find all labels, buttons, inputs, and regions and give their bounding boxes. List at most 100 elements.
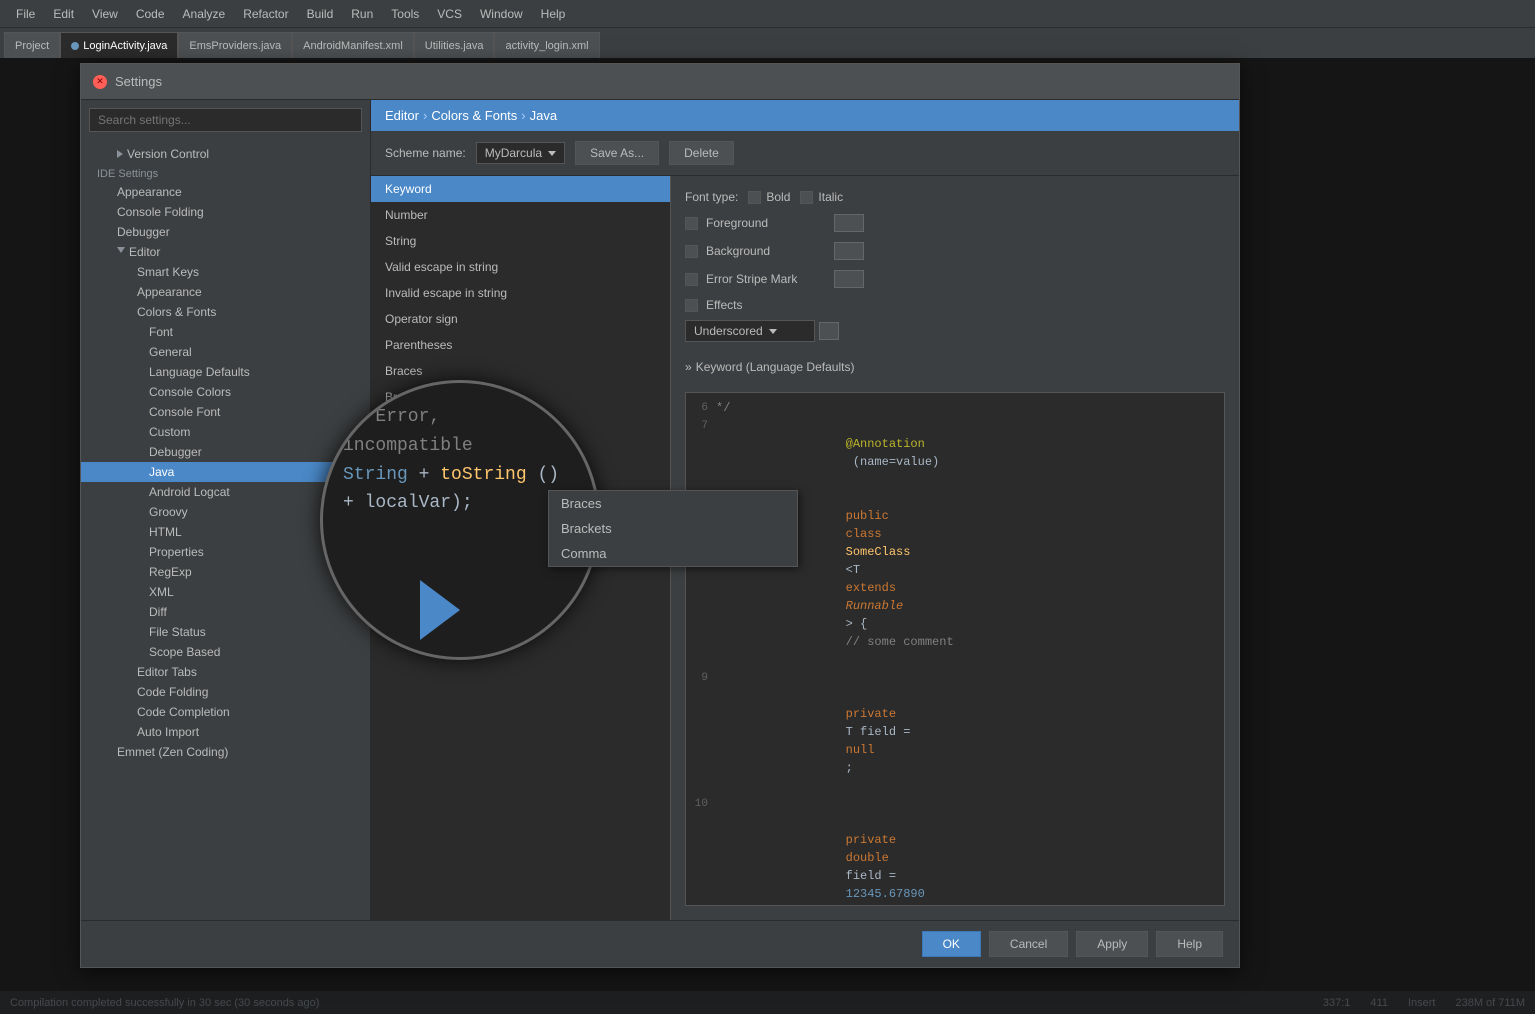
- effects-checkbox[interactable]: [685, 299, 698, 312]
- save-as-button[interactable]: Save As...: [575, 141, 659, 165]
- autocomplete-brackets[interactable]: Brackets: [549, 516, 797, 541]
- code-text-1: (name=value): [846, 455, 940, 469]
- nav-file-status-label: File Status: [149, 625, 206, 639]
- tab-dot: [71, 42, 79, 50]
- scheme-name: MyDarcula: [485, 146, 542, 160]
- background-checkbox[interactable]: [685, 245, 698, 258]
- nav-appearance[interactable]: Appearance: [81, 182, 370, 202]
- annotation-span: @Annotation: [846, 437, 925, 451]
- background-swatch[interactable]: [834, 242, 864, 260]
- nav-console-font[interactable]: Console Font: [81, 402, 370, 422]
- menu-help[interactable]: Help: [533, 5, 574, 23]
- nav-emmet[interactable]: Emmet (Zen Coding): [81, 742, 370, 762]
- nav-general-label: General: [149, 345, 192, 359]
- semicolon1: ;: [846, 761, 853, 775]
- menu-window[interactable]: Window: [472, 5, 531, 23]
- search-input[interactable]: [89, 108, 362, 132]
- nav-colors-fonts[interactable]: Colors & Fonts: [81, 302, 370, 322]
- nav-xml[interactable]: XML: [81, 582, 370, 602]
- code-brace-open: > {: [846, 617, 875, 631]
- nav-debugger-top[interactable]: Debugger: [81, 222, 370, 242]
- menu-build[interactable]: Build: [299, 5, 342, 23]
- nav-console-colors[interactable]: Console Colors: [81, 382, 370, 402]
- nav-editor-appearance[interactable]: Appearance: [81, 282, 370, 302]
- error-stripe-row: Error Stripe Mark: [685, 270, 1225, 288]
- scheme-bar: Scheme name: MyDarcula Save As... Delete: [371, 131, 1239, 176]
- nav-auto-import[interactable]: Auto Import: [81, 722, 370, 742]
- foreground-checkbox[interactable]: [685, 217, 698, 230]
- keyword-item-invalid-escape[interactable]: Invalid escape in string: [371, 280, 670, 306]
- nav-code-completion[interactable]: Code Completion: [81, 702, 370, 722]
- tab-manifest[interactable]: AndroidManifest.xml: [292, 32, 414, 58]
- apply-button[interactable]: Apply: [1076, 931, 1148, 957]
- nav-general[interactable]: General: [81, 342, 370, 362]
- nav-font[interactable]: Font: [81, 322, 370, 342]
- menu-edit[interactable]: Edit: [45, 5, 82, 23]
- keyword-defaults-link[interactable]: » Keyword (Language Defaults): [685, 360, 1225, 374]
- nav-smart-keys[interactable]: Smart Keys: [81, 262, 370, 282]
- autocomplete-braces[interactable]: Braces: [549, 491, 797, 516]
- cancel-button[interactable]: Cancel: [989, 931, 1068, 957]
- italic-checkbox[interactable]: [800, 191, 813, 204]
- mag-tostring: toString: [440, 465, 526, 485]
- menu-refactor[interactable]: Refactor: [235, 5, 296, 23]
- menu-vcs[interactable]: VCS: [429, 5, 470, 23]
- keyword-item-string[interactable]: String: [371, 228, 670, 254]
- nav-version-control[interactable]: Version Control: [81, 144, 370, 164]
- ide-settings-header: IDE Settings: [81, 164, 370, 182]
- tab-utilities[interactable]: Utilities.java: [414, 32, 495, 58]
- menu-tools[interactable]: Tools: [383, 5, 427, 23]
- help-button[interactable]: Help: [1156, 931, 1223, 957]
- scheme-dropdown[interactable]: MyDarcula: [476, 142, 565, 164]
- keyword-defaults-row: » Keyword (Language Defaults): [685, 360, 1225, 374]
- effect-color-swatch[interactable]: [819, 322, 839, 340]
- bold-checkbox-row: Bold: [748, 190, 790, 204]
- nav-editor-label: Editor: [129, 245, 160, 259]
- error-stripe-swatch[interactable]: [834, 270, 864, 288]
- bold-checkbox[interactable]: [748, 191, 761, 204]
- tab-activity-login[interactable]: activity_login.xml: [494, 32, 599, 58]
- menu-view[interactable]: View: [84, 5, 126, 23]
- close-button[interactable]: ✕: [93, 75, 107, 89]
- menu-file[interactable]: File: [8, 5, 43, 23]
- nav-colors-fonts-label: Colors & Fonts: [137, 305, 216, 319]
- menu-analyze[interactable]: Analyze: [175, 5, 234, 23]
- nav-console-folding[interactable]: Console Folding: [81, 202, 370, 222]
- effect-type-dropdown[interactable]: Underscored: [685, 320, 815, 342]
- nav-diff[interactable]: Diff: [81, 602, 370, 622]
- tab-utilities-label: Utilities.java: [425, 40, 484, 52]
- error-stripe-checkbox[interactable]: [685, 273, 698, 286]
- nav-custom[interactable]: Custom: [81, 422, 370, 442]
- nav-editor-appearance-label: Appearance: [137, 285, 202, 299]
- nav-version-control-label: Version Control: [127, 147, 209, 161]
- nav-scope-based[interactable]: Scope Based: [81, 642, 370, 662]
- keyword-item-parentheses[interactable]: Parentheses: [371, 332, 670, 358]
- tab-emsproviders[interactable]: EmsProviders.java: [178, 32, 292, 58]
- kw-double: double: [846, 851, 896, 865]
- nav-code-folding[interactable]: Code Folding: [81, 682, 370, 702]
- keyword-item-operator[interactable]: Operator sign: [371, 306, 670, 332]
- autocomplete-comma[interactable]: Comma: [549, 541, 797, 566]
- nav-editor[interactable]: Editor: [81, 242, 370, 262]
- tab-project[interactable]: Project: [4, 32, 60, 58]
- nav-language-defaults[interactable]: Language Defaults: [81, 362, 370, 382]
- tab-activity-label: activity_login.xml: [505, 40, 588, 52]
- code-line-9: 9 private T field = null ;: [686, 669, 1224, 795]
- ok-button[interactable]: OK: [922, 931, 981, 957]
- mag-plus: +: [419, 465, 441, 485]
- tab-login-activity[interactable]: LoginActivity.java: [60, 32, 178, 58]
- nav-file-status[interactable]: File Status: [81, 622, 370, 642]
- keyword-item-number[interactable]: Number: [371, 202, 670, 228]
- keyword-item-keyword[interactable]: Keyword: [371, 176, 670, 202]
- delete-button[interactable]: Delete: [669, 141, 734, 165]
- nav-debugger[interactable]: Debugger: [81, 442, 370, 462]
- foreground-swatch[interactable]: [834, 214, 864, 232]
- breadcrumb-java: Java: [530, 108, 557, 123]
- menu-run[interactable]: Run: [343, 5, 381, 23]
- keyword-item-valid-escape[interactable]: Valid escape in string: [371, 254, 670, 280]
- keyword-item-braces[interactable]: Braces: [371, 358, 670, 384]
- kw-runnable: Runnable: [846, 599, 904, 613]
- menu-code[interactable]: Code: [128, 5, 173, 23]
- nav-editor-tabs[interactable]: Editor Tabs: [81, 662, 370, 682]
- background-label: Background: [706, 244, 826, 258]
